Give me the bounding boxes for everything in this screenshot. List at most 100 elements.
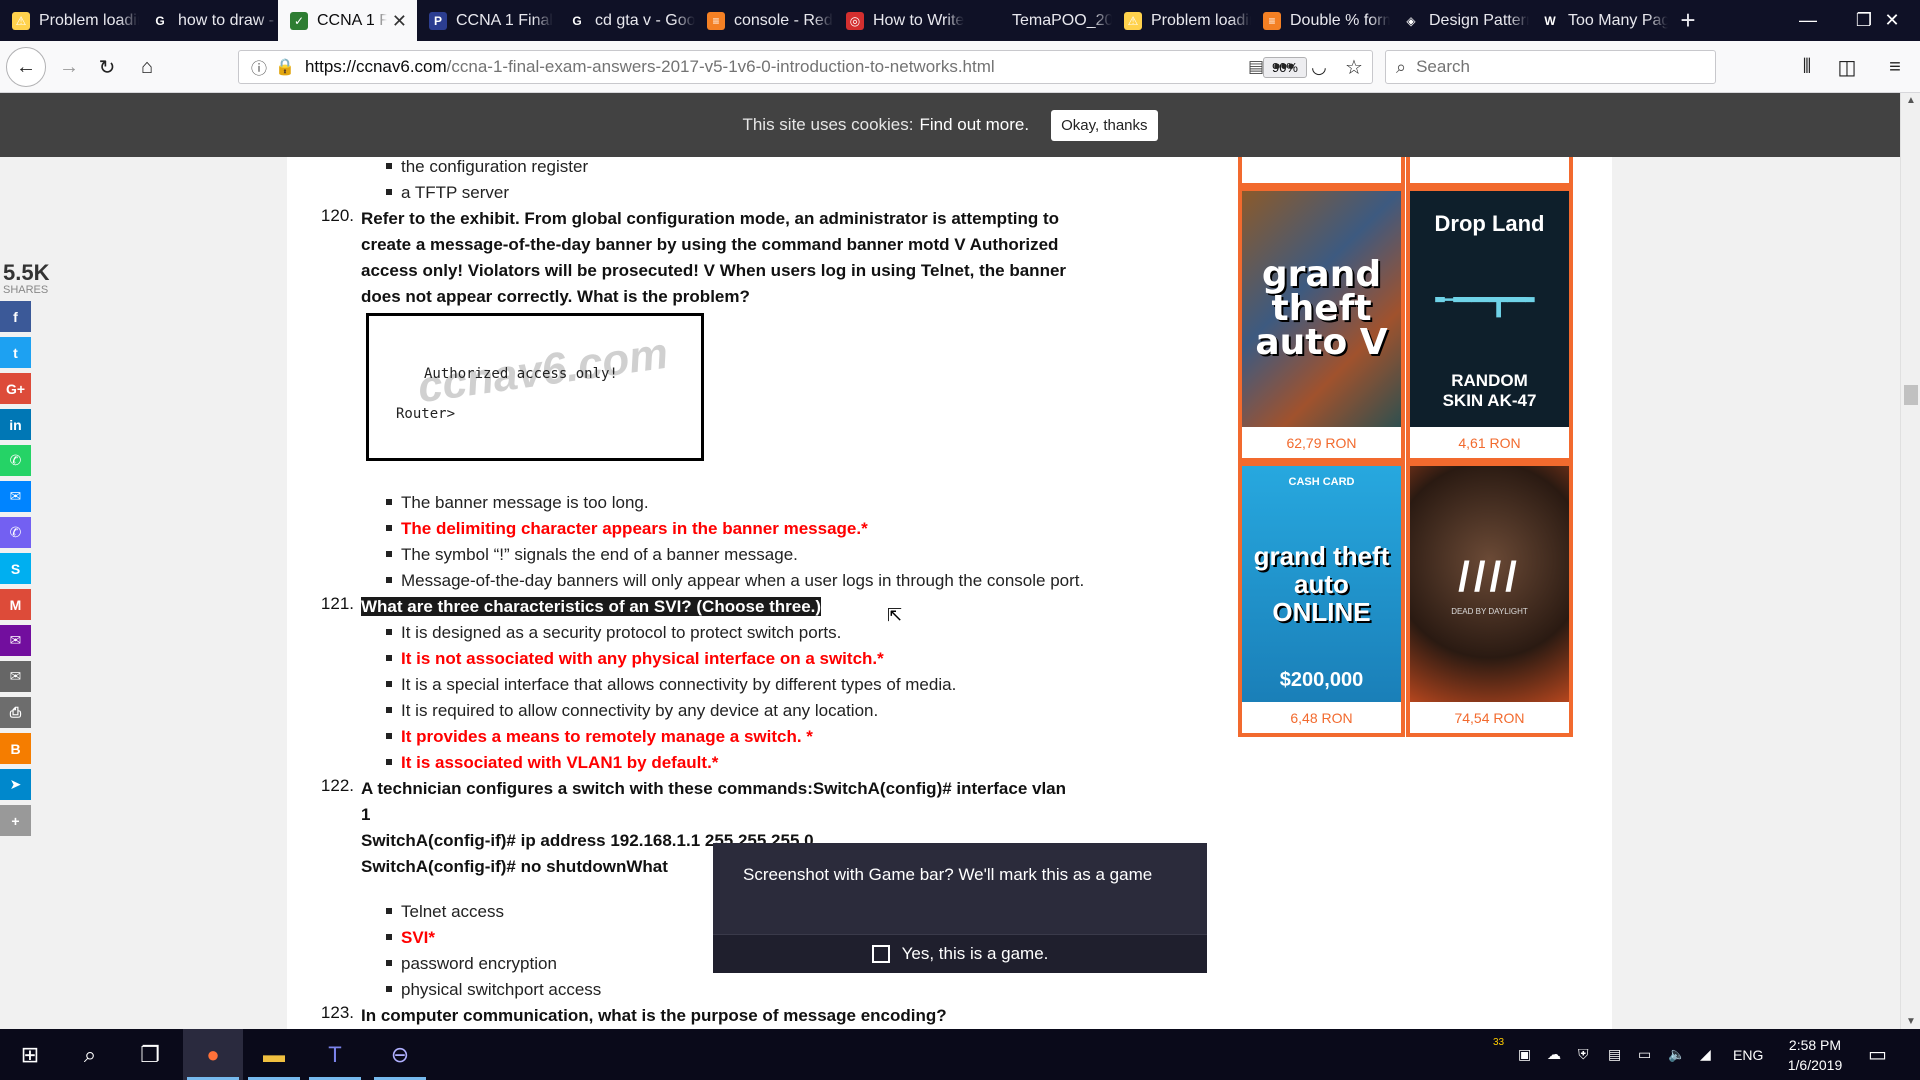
ad-image: CASH CARD grand theft auto ONLINE $200,0… — [1242, 466, 1401, 702]
teams-icon[interactable]: T — [305, 1029, 365, 1080]
tray-teams-icon[interactable]: ▣ — [1518, 1029, 1531, 1080]
bullet-icon — [386, 188, 392, 195]
browser-tab[interactable]: Gcd gta v - Google — [556, 0, 695, 41]
info-icon[interactable]: ⓘ — [251, 55, 267, 79]
bullet-icon — [386, 628, 392, 635]
exhibit-image: ccnav6.com Authorized access only! Route… — [366, 313, 704, 461]
share-email-button[interactable]: ✉ — [0, 661, 31, 692]
browser-tab[interactable]: ⚠ Problem loading — [1112, 0, 1251, 41]
search-icon[interactable]: ⌕ — [60, 1029, 120, 1080]
file-explorer-icon[interactable]: ▬ — [244, 1029, 304, 1080]
tab-label: Too Many Pages — [1568, 11, 1668, 29]
firefox-icon[interactable]: ● — [183, 1029, 243, 1080]
sidebar-icon[interactable]: ◫ — [1830, 50, 1864, 84]
answer-option: It is required to allow connectivity by … — [386, 698, 878, 724]
new-tab-button[interactable]: + — [1668, 0, 1708, 41]
browser-tab[interactable]: Ghow to draw - Google — [139, 0, 278, 41]
list-item: the configuration register — [386, 157, 588, 180]
game-checkbox[interactable] — [871, 945, 890, 963]
share-twitter-button[interactable]: t — [0, 337, 31, 368]
browser-tab[interactable]: W Too Many Pages — [1529, 0, 1668, 41]
ad-title: grand theft auto V — [1255, 254, 1388, 363]
answer-option: password encryption — [386, 951, 557, 977]
share-whatsapp-button[interactable]: ✆ — [0, 445, 31, 476]
minimize-icon[interactable]: — — [1780, 0, 1836, 41]
share-skype-button[interactable]: S — [0, 553, 31, 584]
share-telegram-button[interactable]: ➤ — [0, 769, 31, 800]
menu-icon[interactable]: ≡ — [1878, 50, 1912, 84]
browser-tab[interactable]: ≡ Double % format — [1251, 0, 1390, 41]
scrollbar-thumb[interactable] — [1904, 385, 1918, 405]
home-button[interactable]: ⌂ — [130, 50, 164, 84]
clock-time: 2:58 PM — [1788, 1037, 1842, 1053]
tab-label: cd gta v - Google — [595, 11, 695, 29]
task-view-icon[interactable]: ❐ — [120, 1029, 180, 1080]
tray-app-icon[interactable]: ▤ — [1608, 1029, 1621, 1080]
bookmark-star-icon[interactable]: ☆ — [1337, 50, 1371, 84]
close-window-icon[interactable]: ✕ — [1864, 0, 1920, 41]
share-linkedin-button[interactable]: in — [0, 409, 31, 440]
share-label: SHARES — [3, 284, 49, 296]
ad-title: Drop Land — [1434, 211, 1545, 236]
share-print-button[interactable]: ⎙ — [0, 697, 31, 728]
browser-tab[interactable]: ◈ Design Patterns — [1390, 0, 1529, 41]
browser-tab[interactable]: ⚠ Problem loading page — [0, 0, 139, 41]
ad-subtitle: RANDOM SKIN AK-47 — [1442, 371, 1537, 410]
ad-image: grand theft auto V — [1242, 191, 1401, 427]
browser-tab[interactable]: ✓ CCNA 1 Final ✕ — [278, 0, 417, 41]
tray-security-icon[interactable]: ⛨ — [1578, 1029, 1589, 1080]
forward-button[interactable]: → — [52, 50, 86, 84]
url-bar[interactable]: ⓘ 🔒 https://ccnav6.com/ccna-1-final-exam… — [238, 50, 1373, 84]
pocket-icon[interactable]: ◡ — [1302, 50, 1336, 84]
share-facebook-button[interactable]: f — [0, 301, 31, 332]
ad-card-gta-online[interactable]: CASH CARD grand theft auto ONLINE $200,0… — [1238, 462, 1405, 737]
share-gmail-button[interactable]: M — [0, 589, 31, 620]
reader-view-icon[interactable]: ▤ — [1248, 57, 1264, 77]
ad-price: 74,54 RON — [1454, 709, 1525, 726]
tray-drive-icon[interactable]: ☁ — [1547, 1029, 1561, 1080]
share-blogger-button[interactable]: B — [0, 733, 31, 764]
share-viber-button[interactable]: ✆ — [0, 517, 31, 548]
cookie-text: This site uses cookies: — [742, 115, 914, 134]
start-windows-icon[interactable]: ⊞ — [0, 1029, 60, 1080]
share-messenger-button[interactable]: ✉ — [0, 481, 31, 512]
game-checkbox-label[interactable]: Yes, this is a game. — [902, 944, 1049, 964]
vertical-scrollbar[interactable]: ▲ ▼ — [1900, 93, 1920, 1029]
game-bar-toast: Screenshot with Game bar? We'll mark thi… — [713, 843, 1207, 973]
scroll-down-icon[interactable]: ▼ — [1906, 1016, 1916, 1027]
browser-tab[interactable]: ≡ console - Red — [695, 0, 834, 41]
browser-tab[interactable]: TemaPOO_2018.pdf — [973, 0, 1112, 41]
action-center-icon[interactable]: ▭ — [1868, 1029, 1887, 1080]
cookie-banner: This site uses cookies: Find out more. O… — [0, 93, 1900, 157]
bullet-icon — [386, 550, 392, 557]
tab-close-icon[interactable]: ✕ — [392, 11, 407, 32]
app-icon[interactable]: ⊖ — [370, 1029, 430, 1080]
library-icon[interactable]: ⫴ — [1790, 50, 1824, 84]
clock[interactable]: 2:58 PM 1/6/2019 — [1760, 1035, 1870, 1075]
language-indicator[interactable]: ENG — [1733, 1029, 1763, 1080]
share-more-button[interactable]: + — [0, 805, 31, 836]
cookie-find-out-more-link[interactable]: Find out more. — [919, 115, 1029, 135]
question-122-line: A technician configures a switch with th… — [361, 779, 1067, 798]
mouse-cursor-icon: ⇱ — [887, 605, 903, 625]
scroll-up-icon[interactable]: ▲ — [1906, 95, 1916, 106]
cookie-ok-button[interactable]: Okay, thanks — [1051, 109, 1158, 141]
reload-button[interactable]: ↻ — [90, 50, 124, 84]
game-checkbox-row[interactable]: Yes, this is a game. — [713, 934, 1207, 973]
ad-card-gta5[interactable]: grand theft auto V 62,79 RON — [1238, 187, 1405, 462]
browser-tab[interactable]: ◎ How to Write — [834, 0, 973, 41]
ad-card-dropland[interactable]: Drop Land ╾━━┳━╸ RANDOM SKIN AK-47 4,61 … — [1406, 187, 1573, 462]
battery-icon[interactable]: ▭ — [1638, 1029, 1651, 1080]
back-button[interactable]: ← — [6, 47, 46, 87]
ad-card-dead-by-daylight[interactable]: //// DEAD BY DAYLIGHT 74,54 RON — [1406, 462, 1573, 737]
share-googleplus-button[interactable]: G+ — [0, 373, 31, 404]
share-yahoo-mail-button[interactable]: ✉ — [0, 625, 31, 656]
network-icon[interactable]: ◢ — [1700, 1029, 1711, 1080]
bullet-icon — [386, 524, 392, 531]
more-actions-icon[interactable]: ••• — [1267, 50, 1301, 84]
question-120-line: Refer to the exhibit. From global config… — [361, 209, 1059, 228]
search-bar[interactable]: ⌕ Search — [1385, 50, 1716, 84]
browser-tab[interactable]: P CCNA 1 Final — [417, 0, 556, 41]
volume-muted-icon[interactable]: 🔈 — [1668, 1029, 1685, 1080]
question-122-line: 1 — [361, 805, 371, 824]
